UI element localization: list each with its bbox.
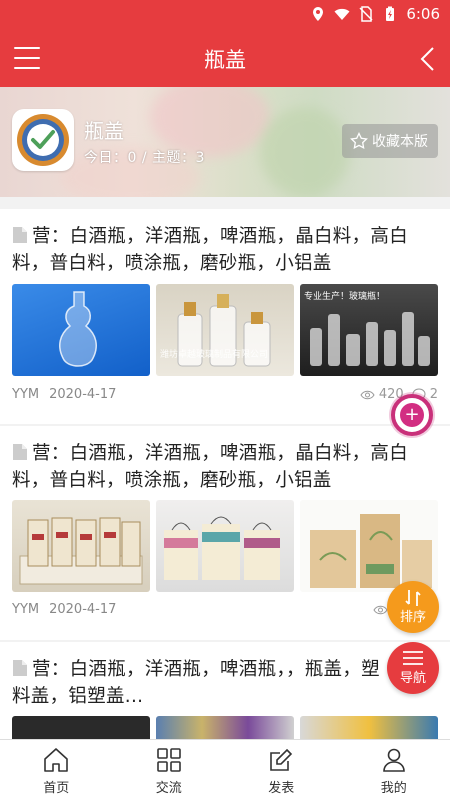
post-image[interactable] <box>156 500 294 592</box>
document-icon <box>13 227 27 243</box>
post-date: 2020-4-17 <box>49 602 117 617</box>
post-image[interactable] <box>300 500 438 592</box>
edit-icon <box>270 748 293 771</box>
post-card[interactable]: 营：白酒瓶，洋酒瓶，啤酒瓶，晶白料，高白料，普白料，喷涂瓶，磨砂瓶，小铝盖 潍坊… <box>0 209 450 424</box>
favorite-label: 收藏本版 <box>372 134 428 150</box>
forum-logo <box>12 109 74 171</box>
plus-icon: + <box>400 403 424 427</box>
post-meta: YYM 2020-4-17 <box>12 602 116 617</box>
post-image[interactable] <box>12 284 150 376</box>
no-sim-icon <box>359 6 373 22</box>
sort-label: 排序 <box>399 610 426 625</box>
post-image[interactable] <box>156 716 294 739</box>
nav-label: 导航 <box>399 671 426 686</box>
sort-button[interactable]: 排序 <box>387 581 439 633</box>
location-icon <box>313 7 324 21</box>
badge-check-icon <box>17 114 69 166</box>
post-card[interactable]: 营：白酒瓶，洋酒瓶，啤酒瓶，晶白料，高白料，普白料，喷涂瓶，磨砂瓶，小铝盖 YY… <box>0 426 450 640</box>
post-title[interactable]: 营：白酒瓶，洋酒瓶，啤酒瓶，晶白料，高白料，普白料，喷涂瓶，磨砂瓶，小铝盖 <box>12 440 432 494</box>
post-meta: YYM 2020-4-17 <box>12 387 116 402</box>
post-title[interactable]: 营：白酒瓶，洋酒瓶，啤酒瓶，晶白料，高白料，普白料，喷涂瓶，磨砂瓶，小铝盖 <box>12 223 432 277</box>
home-icon <box>44 748 69 772</box>
tab-community[interactable]: 交流 <box>113 740 226 800</box>
image-watermark: 潍坊卓越玻璃制品有限公司 <box>160 350 269 360</box>
document-icon <box>13 660 27 676</box>
post-image[interactable]: 专业生产！玻璃瓶！ <box>300 284 438 376</box>
post-author[interactable]: YYM <box>12 387 39 402</box>
tab-label: 发表 <box>268 781 295 796</box>
tab-label: 交流 <box>155 781 182 796</box>
tab-post[interactable]: 发表 <box>225 740 338 800</box>
post-card[interactable]: 营：白酒瓶，洋酒瓶，啤酒瓶，，瓶盖，塑料盖，铝塑盖... <box>0 642 450 739</box>
post-images <box>12 500 438 592</box>
status-icons: 6:06 <box>310 5 440 23</box>
post-images: 潍坊卓越玻璃制品有限公司 专业生产！玻璃瓶！ <box>12 284 438 376</box>
eye-icon <box>373 605 388 614</box>
document-icon <box>13 444 27 460</box>
status-bar: 6:06 <box>0 0 450 30</box>
post-image[interactable] <box>12 716 150 739</box>
menu-lines-icon <box>403 651 423 665</box>
post-image[interactable]: 潍坊卓越玻璃制品有限公司 <box>156 284 294 376</box>
user-icon <box>382 748 405 772</box>
forum-name: 瓶盖 <box>84 119 124 143</box>
tab-label: 首页 <box>43 781 70 796</box>
post-replies: 2 <box>429 387 438 402</box>
star-icon <box>350 132 368 149</box>
status-time: 6:06 <box>406 5 440 23</box>
forum-banner: 瓶盖 今日：0 / 主题：3 收藏本版 <box>0 87 450 197</box>
tab-home[interactable]: 首页 <box>0 740 113 800</box>
navigation-button[interactable]: 导航 <box>387 642 439 694</box>
image-caption: 专业生产！玻璃瓶！ <box>304 292 386 302</box>
sort-arrows-icon <box>405 590 421 606</box>
page-title: 瓶盖 <box>204 48 246 72</box>
post-title[interactable]: 营：白酒瓶，洋酒瓶，啤酒瓶，，瓶盖，塑料盖，铝塑盖... <box>12 656 392 710</box>
post-author[interactable]: YYM <box>12 602 39 617</box>
post-date: 2020-4-17 <box>49 387 117 402</box>
eye-icon <box>360 390 375 399</box>
bottom-nav: 首页 交流 发表 我的 <box>0 739 450 800</box>
post-image[interactable] <box>12 500 150 592</box>
post-images <box>12 716 438 739</box>
add-post-button[interactable]: + <box>391 394 433 436</box>
battery-icon <box>386 6 395 21</box>
tab-mine[interactable]: 我的 <box>338 740 450 800</box>
back-chevron-icon[interactable] <box>418 46 436 72</box>
post-image[interactable] <box>300 716 438 739</box>
tab-label: 我的 <box>380 781 407 796</box>
favorite-button[interactable]: 收藏本版 <box>342 124 438 158</box>
wifi-icon <box>334 8 350 20</box>
app-header: 瓶盖 <box>0 30 450 87</box>
grid-icon <box>156 748 181 772</box>
forum-stats: 今日：0 / 主题：3 <box>84 150 205 166</box>
